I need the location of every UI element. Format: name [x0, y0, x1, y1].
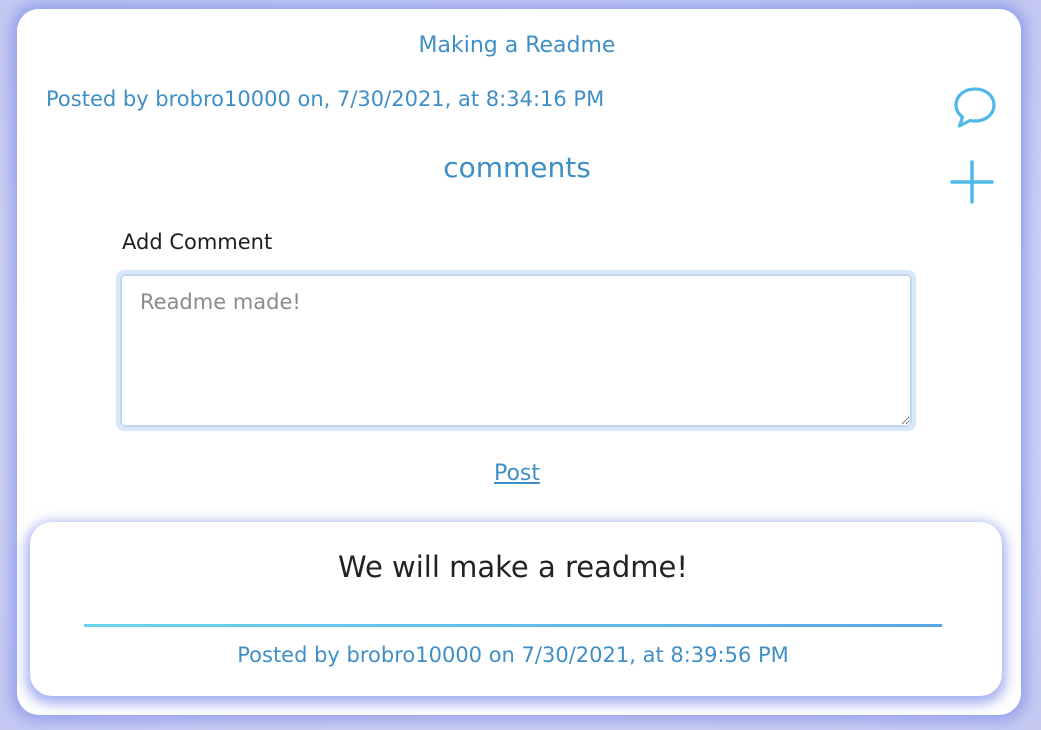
- post-meta: Posted by brobro10000 on, 7/30/2021, at …: [46, 87, 605, 111]
- add-comment-label: Add Comment: [122, 230, 273, 254]
- comment-text: We will make a readme!: [338, 550, 688, 584]
- comment-divider: [84, 624, 942, 627]
- post-title[interactable]: Making a Readme: [17, 33, 1017, 58]
- post-card: Making a Readme Posted by brobro10000 on…: [17, 9, 1021, 715]
- comment-textarea-wrapper: [116, 270, 916, 431]
- post-button-wrapper: Post: [17, 461, 1017, 486]
- comment-meta: Posted by brobro10000 on 7/30/2021, at 8…: [237, 643, 789, 667]
- comment-card: We will make a readme! Posted by brobro1…: [30, 522, 1002, 696]
- comments-heading: comments: [443, 151, 591, 184]
- speech-bubble-icon[interactable]: [951, 83, 999, 131]
- comment-textarea[interactable]: [120, 274, 912, 427]
- post-button[interactable]: Post: [494, 461, 540, 486]
